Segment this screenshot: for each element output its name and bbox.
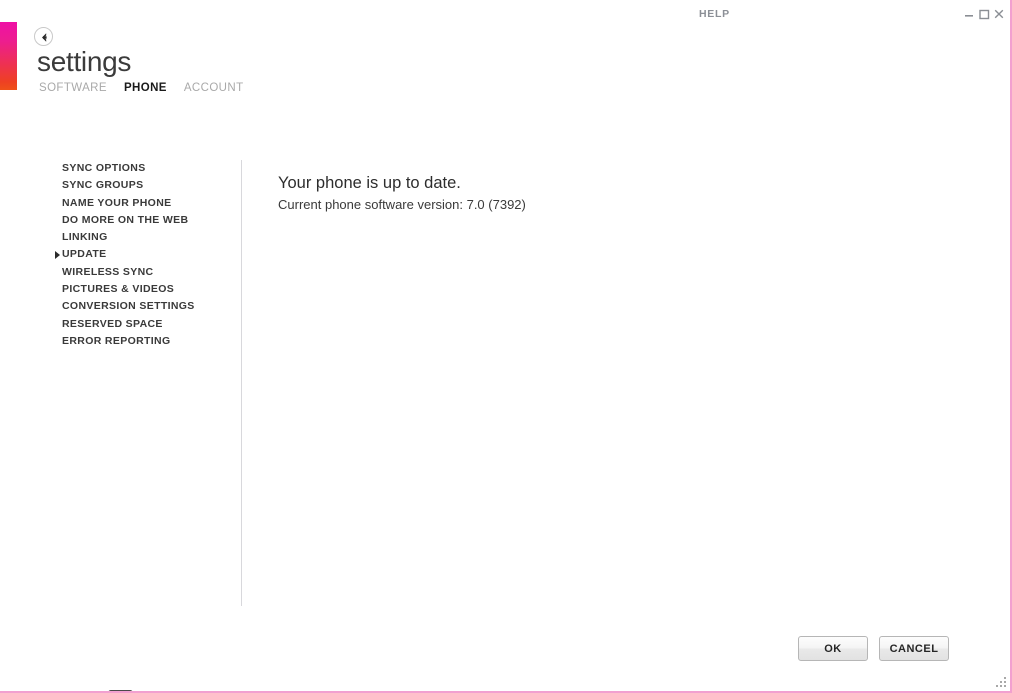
tab-strip: SOFTWARE PHONE ACCOUNT [39,80,261,96]
sidebar-item-reserved-space[interactable]: RESERVED SPACE [0,316,241,333]
page-title: settings [37,46,132,77]
sidebar-item-label: UPDATE [62,248,107,261]
sidebar-item-label: PICTURES & VIDEOS [62,283,175,296]
title-bar: HELP [0,0,1010,28]
back-button[interactable] [34,27,53,46]
sidebar-item-name-your-phone[interactable]: NAME YOUR PHONE [0,195,241,212]
sidebar-item-linking[interactable]: LINKING [0,229,241,246]
resize-grip[interactable] [994,675,1007,688]
sidebar: SYNC OPTIONS SYNC GROUPS NAME YOUR PHONE… [0,160,241,691]
sidebar-nav-list: SYNC OPTIONS SYNC GROUPS NAME YOUR PHONE… [0,160,241,350]
sidebar-item-label: CONVERSION SETTINGS [62,300,195,313]
sidebar-item-label: SYNC GROUPS [62,179,144,192]
sidebar-item-conversion-settings[interactable]: CONVERSION SETTINGS [0,298,241,315]
sidebar-item-pictures-and-videos[interactable]: PICTURES & VIDEOS [0,281,241,298]
sidebar-item-label: NAME YOUR PHONE [62,196,172,209]
cancel-button[interactable]: CANCEL [879,636,949,661]
tab-software[interactable]: SOFTWARE [39,82,107,94]
sidebar-item-error-reporting[interactable]: ERROR REPORTING [0,333,241,350]
back-arrow-icon [42,33,47,42]
tab-phone[interactable]: PHONE [124,82,167,94]
software-version-text: Current phone software version: 7.0 (739… [278,197,526,212]
update-status-heading: Your phone is up to date. [278,174,461,192]
maximize-icon[interactable] [977,7,991,21]
accent-gradient-bar [0,22,17,90]
main-content: Your phone is up to date. Current phone … [278,160,978,214]
sidebar-item-label: SYNC OPTIONS [62,162,146,174]
settings-window: HELP settings SOFTWARE PHONE ACCOUNT SYN… [0,0,1012,693]
close-icon[interactable] [992,7,1006,21]
sidebar-item-update[interactable]: UPDATE [0,246,241,263]
selection-arrow-icon [55,251,60,260]
sidebar-item-label: DO MORE ON THE WEB [62,213,189,226]
help-link[interactable]: HELP [699,8,730,20]
minimize-icon[interactable] [962,7,976,21]
sidebar-item-sync-options[interactable]: SYNC OPTIONS [0,160,241,177]
sidebar-item-wireless-sync[interactable]: WIRELESS SYNC [0,264,241,281]
sidebar-item-do-more-on-the-web[interactable]: DO MORE ON THE WEB [0,212,241,229]
sidebar-item-sync-groups[interactable]: SYNC GROUPS [0,177,241,194]
dialog-actions: OK CANCEL [798,636,949,661]
sidebar-divider [241,160,242,606]
sidebar-item-label: WIRELESS SYNC [62,265,154,278]
sidebar-item-label: RESERVED SPACE [62,317,163,330]
sidebar-item-label: ERROR REPORTING [62,334,171,347]
sidebar-item-label: LINKING [62,231,108,244]
ok-button[interactable]: OK [798,636,868,661]
tab-account[interactable]: ACCOUNT [184,82,244,94]
